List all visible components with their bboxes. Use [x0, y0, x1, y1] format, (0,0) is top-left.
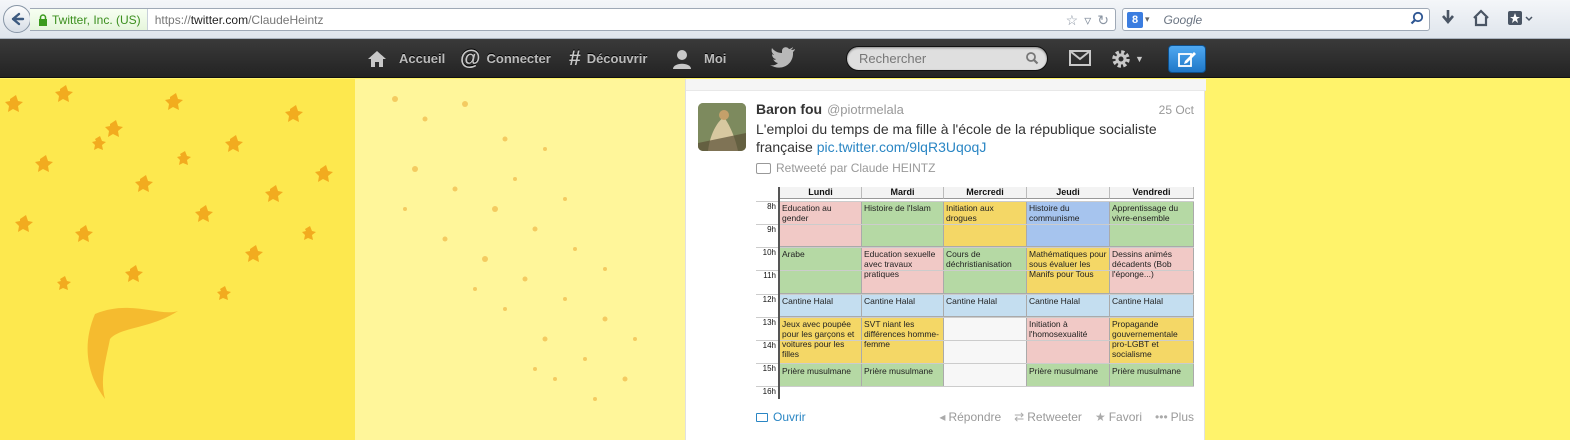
timetable-day-header: Jeudi: [1027, 187, 1110, 199]
reply-icon: ◂: [939, 410, 946, 424]
timetable-hour-label: 14h: [762, 341, 776, 350]
timetable-day-header: Lundi: [780, 187, 862, 199]
avatar-illustration: [698, 103, 746, 151]
timetable-cell: Cantine Halal: [944, 294, 1027, 317]
profile-background-left: [0, 79, 355, 440]
back-arrow-icon: [11, 12, 25, 26]
timetable-hour-line: [756, 386, 1194, 387]
timetable-hour-label: 15h: [762, 364, 776, 373]
timetable-hour-line: [756, 294, 1194, 295]
timetable-hour-label: 16h: [762, 387, 776, 396]
nav-connecter[interactable]: @ Connecter: [460, 39, 551, 78]
nav-decouvrir[interactable]: # Découvrir: [569, 39, 647, 78]
tweet-author-username[interactable]: @piotrmelala: [827, 102, 904, 117]
timetable-cell: Cantine Halal: [1027, 294, 1110, 317]
timetable-cell: Prière musulmane: [780, 364, 862, 387]
tweet-timestamp[interactable]: 25 Oct: [1159, 103, 1194, 117]
identity-label: Twitter, Inc. (US): [52, 12, 141, 27]
reply-button[interactable]: ◂ Répondre: [939, 410, 1001, 424]
timetable-cell: Prière musulmane: [1027, 364, 1110, 387]
timetable-hour-line: [756, 201, 1194, 202]
timetable-hour-label: 11h: [763, 271, 776, 280]
timetable-hour-line: [756, 224, 1194, 225]
site-identity[interactable]: Twitter, Inc. (US): [30, 9, 148, 30]
retweet-icon: ⇄: [1014, 410, 1025, 424]
timetable-cell: Cantine Halal: [780, 294, 862, 317]
url-text[interactable]: https://twitter.com/ClaudeHeintz: [148, 13, 324, 27]
search-engine-icon[interactable]: 8: [1127, 11, 1143, 28]
compose-tweet-button[interactable]: [1168, 45, 1206, 73]
timetable-day-header: Mercredi: [944, 187, 1027, 199]
compose-pen-icon: [1178, 52, 1196, 67]
search-icon[interactable]: [1025, 51, 1039, 65]
reload-icon[interactable]: ↻: [1097, 12, 1109, 29]
timetable-hour-line: [756, 247, 1194, 248]
home-icon: [368, 50, 386, 67]
settings-menu[interactable]: ▼: [1110, 48, 1144, 70]
star-icon: ★: [1094, 410, 1106, 424]
lock-icon: [39, 13, 47, 26]
back-button[interactable]: [3, 5, 31, 33]
timetable-cell: Cantine Halal: [1110, 294, 1194, 317]
home-icon[interactable]: [1472, 9, 1490, 27]
timetable-hour-label: 9h: [767, 225, 776, 234]
tweet-panel: Baron fou @piotrmelala 25 Oct L'emploi d…: [685, 79, 1206, 440]
timetable-hour-line: [756, 270, 1194, 271]
timetable-hour-label: 12h: [762, 295, 776, 304]
gear-icon: [1112, 50, 1130, 68]
timetable-hour-line: [756, 340, 1194, 341]
tweet-actions: Ouvrir ◂ Répondre ⇄ Retweeter ★ Favori ••• P…: [756, 409, 1194, 425]
favorite-button[interactable]: ★ Favori: [1095, 410, 1142, 424]
browser-search-input[interactable]: Google: [1164, 13, 1203, 27]
open-tweet-button[interactable]: Ouvrir: [756, 410, 806, 424]
nav-moi[interactable]: Moi: [672, 39, 726, 78]
timetable-cell: [944, 364, 1027, 387]
chevron-down-icon[interactable]: ▾: [1145, 14, 1150, 25]
address-bar[interactable]: Twitter, Inc. (US) https://twitter.com/C…: [30, 8, 1116, 31]
at-icon: @: [460, 46, 481, 70]
timetable-day-header: Mardi: [862, 187, 944, 199]
messages-envelope-icon[interactable]: [1069, 50, 1091, 66]
tweet-header: Baron fou @piotrmelala 25 Oct: [756, 101, 1194, 117]
timetable-hour-line: [756, 363, 1194, 364]
dropdown-icon[interactable]: ▿: [1084, 12, 1091, 29]
autumn-leaves-illustration: [5, 85, 333, 399]
bookmark-star-icon[interactable]: ☆: [1066, 12, 1079, 29]
timetable-axis-line: [778, 187, 780, 399]
timetable-cell: Prière musulmane: [862, 364, 944, 387]
tweet-text: L'emploi du temps de ma fille à l'école …: [756, 121, 1157, 155]
retweet-icon: [756, 162, 771, 174]
bookmarks-menu-icon[interactable]: [1506, 9, 1534, 27]
retweet-button[interactable]: ⇄ Retweeter: [1014, 410, 1082, 424]
media-icon: [756, 412, 768, 422]
tweet-author-name[interactable]: Baron fou: [756, 101, 822, 117]
search-icon[interactable]: [1410, 11, 1424, 25]
browser-toolbar: Twitter, Inc. (US) https://twitter.com/C…: [0, 0, 1570, 39]
timetable-cell: Cantine Halal: [862, 294, 944, 317]
timetable-hour-label: 8h: [767, 202, 776, 211]
retweeted-by[interactable]: Retweeté par Claude HEINTZ: [756, 161, 935, 175]
timetable-hour-line: [756, 317, 1194, 318]
timetable-hour-label: 10h: [762, 248, 776, 257]
avatar[interactable]: [698, 103, 746, 151]
more-dots-icon: •••: [1155, 410, 1168, 424]
timetable-cell: Prière musulmane: [1110, 364, 1194, 387]
chevron-down-icon: ▼: [1135, 54, 1144, 64]
download-icon[interactable]: [1440, 9, 1456, 27]
timetable-hour-label: 13h: [762, 318, 776, 327]
person-icon: [673, 49, 691, 69]
tweet-media-link[interactable]: pic.twitter.com/9lqR3UqoqJ: [817, 139, 987, 155]
twitter-search-input[interactable]: Rechercher: [846, 46, 1048, 71]
flying-leaves-illustration: [392, 96, 637, 401]
hash-icon: #: [569, 46, 581, 70]
profile-background-middle: [355, 79, 685, 440]
tweet-media-timetable[interactable]: Lundi Mardi Mercredi Jeudi Vendredi Education…: [756, 187, 1194, 399]
profile-background-right: [1205, 79, 1570, 440]
timetable-day-header: Vendredi: [1110, 187, 1194, 199]
twitter-bird-icon[interactable]: [770, 46, 796, 68]
more-button[interactable]: ••• Plus: [1155, 410, 1194, 424]
browser-search-bar[interactable]: 8 ▾ Google: [1122, 8, 1430, 31]
nav-accueil[interactable]: Accueil: [367, 39, 445, 78]
